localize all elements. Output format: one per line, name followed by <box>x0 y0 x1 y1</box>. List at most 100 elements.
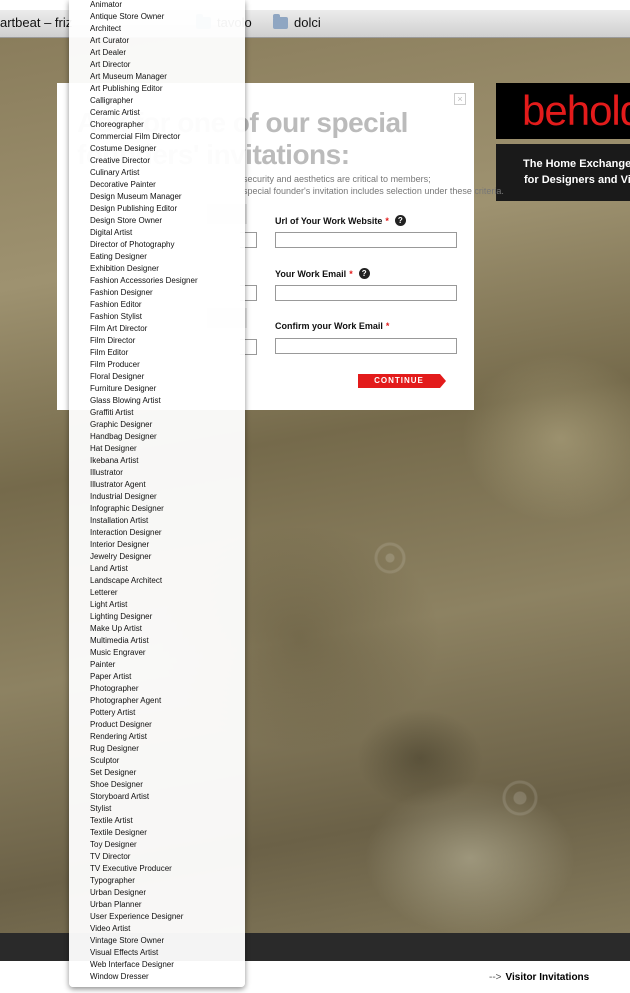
dropdown-option[interactable]: Furniture Designer <box>69 383 245 395</box>
tagline-line1: The Home Exchange <box>523 158 630 170</box>
dropdown-option[interactable]: Sculptor <box>69 755 245 767</box>
work-email-label: Your Work Email *? <box>275 268 370 279</box>
dropdown-option[interactable]: Culinary Artist <box>69 167 245 179</box>
profession-dropdown-list[interactable]: Animator Antique Store Owner Architect Art … <box>69 0 245 987</box>
help-icon[interactable]: ? <box>358 268 370 279</box>
dropdown-option[interactable]: Commercial Film Director <box>69 131 245 143</box>
dropdown-option[interactable]: TV Director <box>69 851 245 863</box>
work-email-input[interactable] <box>275 285 457 301</box>
dropdown-option[interactable]: Film Editor <box>69 347 245 359</box>
dropdown-option[interactable]: Urban Planner <box>69 899 245 911</box>
dropdown-option[interactable]: Paper Artist <box>69 671 245 683</box>
dropdown-option[interactable]: Industrial Designer <box>69 491 245 503</box>
dropdown-option[interactable]: Fashion Designer <box>69 287 245 299</box>
dropdown-option[interactable]: Film Director <box>69 335 245 347</box>
dropdown-option[interactable]: Jewelry Designer <box>69 551 245 563</box>
dropdown-option[interactable]: Installation Artist <box>69 515 245 527</box>
dropdown-option[interactable]: Land Artist <box>69 563 245 575</box>
dropdown-option[interactable]: Illustrator <box>69 467 245 479</box>
dropdown-option[interactable]: Art Museum Manager <box>69 71 245 83</box>
dropdown-options: Animator Antique Store Owner Architect Art … <box>69 0 245 983</box>
visitor-invitations-label: Visitor Invitations <box>505 972 590 983</box>
dropdown-option[interactable]: Fashion Editor <box>69 299 245 311</box>
dropdown-option[interactable]: Decorative Painter <box>69 179 245 191</box>
dropdown-option[interactable]: Storyboard Artist <box>69 791 245 803</box>
dropdown-option[interactable]: Textile Designer <box>69 827 245 839</box>
dropdown-option[interactable]: Digital Artist <box>69 227 245 239</box>
dropdown-option[interactable]: Antique Store Owner <box>69 11 245 23</box>
dropdown-option[interactable]: TV Executive Producer <box>69 863 245 875</box>
confirm-email-input[interactable] <box>275 338 457 354</box>
dropdown-option[interactable]: Video Artist <box>69 923 245 935</box>
dropdown-option[interactable]: Fashion Accessories Designer <box>69 275 245 287</box>
dropdown-option[interactable]: Eating Designer <box>69 251 245 263</box>
dropdown-option[interactable]: Set Designer <box>69 767 245 779</box>
dropdown-option[interactable]: Rug Designer <box>69 743 245 755</box>
dropdown-option[interactable]: Photographer <box>69 683 245 695</box>
dropdown-option[interactable]: Urban Designer <box>69 887 245 899</box>
dropdown-option[interactable]: Interaction Designer <box>69 527 245 539</box>
dropdown-option[interactable]: Textile Artist <box>69 815 245 827</box>
dropdown-option[interactable]: Illustrator Agent <box>69 479 245 491</box>
dropdown-option[interactable]: Letterer <box>69 587 245 599</box>
dropdown-option[interactable]: Animator <box>69 0 245 11</box>
dropdown-option[interactable]: Infographic Designer <box>69 503 245 515</box>
dropdown-option[interactable]: Interior Designer <box>69 539 245 551</box>
dropdown-option[interactable]: Multimedia Artist <box>69 635 245 647</box>
dropdown-option[interactable]: Music Engraver <box>69 647 245 659</box>
dropdown-option[interactable]: Light Artist <box>69 599 245 611</box>
dropdown-option[interactable]: Web Interface Designer <box>69 959 245 971</box>
dropdown-option[interactable]: Design Publishing Editor <box>69 203 245 215</box>
dropdown-option[interactable]: Vintage Store Owner <box>69 935 245 947</box>
dropdown-option[interactable]: Creative Director <box>69 155 245 167</box>
dropdown-option[interactable]: Make Up Artist <box>69 623 245 635</box>
dropdown-option[interactable]: Design Store Owner <box>69 215 245 227</box>
dropdown-option[interactable]: Visual Effects Artist <box>69 947 245 959</box>
dropdown-option[interactable]: Film Art Director <box>69 323 245 335</box>
dropdown-option[interactable]: Typographer <box>69 875 245 887</box>
dropdown-option[interactable]: Exhibition Designer <box>69 263 245 275</box>
dropdown-option[interactable]: Handbag Designer <box>69 431 245 443</box>
help-icon[interactable]: ? <box>394 215 406 226</box>
dropdown-option[interactable]: Calligrapher <box>69 95 245 107</box>
bookmark-dolci[interactable]: dolci <box>273 13 321 30</box>
behold-logo[interactable]: behold <box>496 83 630 139</box>
dropdown-option[interactable]: Choreographer <box>69 119 245 131</box>
dropdown-option[interactable]: Landscape Architect <box>69 575 245 587</box>
dropdown-option[interactable]: Fashion Stylist <box>69 311 245 323</box>
dropdown-option[interactable]: Photographer Agent <box>69 695 245 707</box>
dropdown-option[interactable]: Floral Designer <box>69 371 245 383</box>
dropdown-option[interactable]: Hat Designer <box>69 443 245 455</box>
dropdown-option[interactable]: Costume Designer <box>69 143 245 155</box>
website-url-input[interactable] <box>275 232 457 248</box>
dropdown-option[interactable]: Window Dresser <box>69 971 245 983</box>
dropdown-option[interactable]: Product Designer <box>69 719 245 731</box>
subtext-line2: special founder's invitation includes se… <box>243 186 504 196</box>
dropdown-option[interactable]: Shoe Designer <box>69 779 245 791</box>
dropdown-option[interactable]: Art Director <box>69 59 245 71</box>
dropdown-option[interactable]: Painter <box>69 659 245 671</box>
dropdown-option[interactable]: Toy Designer <box>69 839 245 851</box>
close-icon[interactable]: × <box>454 93 466 105</box>
dropdown-option[interactable]: Lighting Designer <box>69 611 245 623</box>
continue-button[interactable]: CONTINUE <box>358 374 446 388</box>
dropdown-option[interactable]: Art Curator <box>69 35 245 47</box>
required-mark: * <box>385 215 389 226</box>
visitor-invitations-link[interactable]: --> Visitor Invitations <box>489 972 589 983</box>
dropdown-option[interactable]: Film Producer <box>69 359 245 371</box>
dropdown-option[interactable]: Architect <box>69 23 245 35</box>
dropdown-option[interactable]: Graffiti Artist <box>69 407 245 419</box>
dropdown-option[interactable]: Rendering Artist <box>69 731 245 743</box>
dropdown-option[interactable]: Art Dealer <box>69 47 245 59</box>
dropdown-option[interactable]: Glass Blowing Artist <box>69 395 245 407</box>
dropdown-option[interactable]: Design Museum Manager <box>69 191 245 203</box>
bookmark-artbeat[interactable]: artbeat – friz <box>0 15 72 30</box>
dropdown-option[interactable]: Art Publishing Editor <box>69 83 245 95</box>
dropdown-option[interactable]: User Experience Designer <box>69 911 245 923</box>
dropdown-option[interactable]: Pottery Artist <box>69 707 245 719</box>
dropdown-option[interactable]: Director of Photography <box>69 239 245 251</box>
dropdown-option[interactable]: Ikebana Artist <box>69 455 245 467</box>
dropdown-option[interactable]: Stylist <box>69 803 245 815</box>
dropdown-option[interactable]: Ceramic Artist <box>69 107 245 119</box>
dropdown-option[interactable]: Graphic Designer <box>69 419 245 431</box>
